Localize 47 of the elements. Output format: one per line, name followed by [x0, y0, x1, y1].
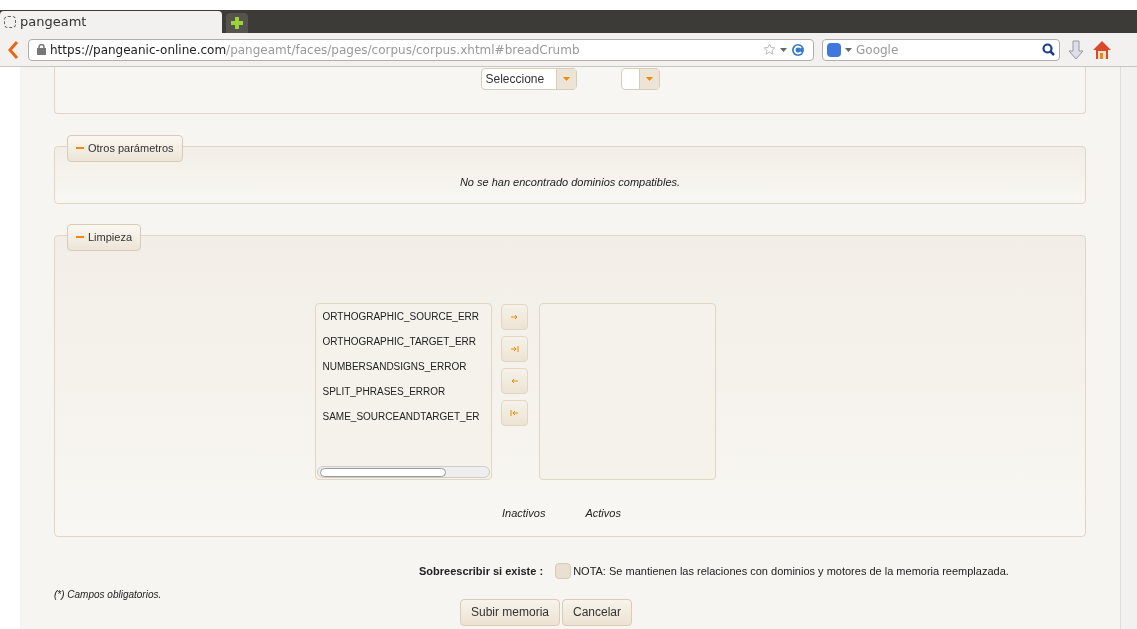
search-engine-icon[interactable] — [827, 42, 841, 57]
list-item[interactable]: SPLIT_PHRASES_ERROR — [322, 385, 484, 410]
dropdown[interactable]: Seleccione — [480, 68, 577, 90]
home-icon[interactable] — [1092, 39, 1112, 60]
move-right-icon — [509, 313, 519, 321]
page-icon — [4, 16, 16, 28]
move-left-icon — [509, 377, 519, 385]
new-tab-button[interactable] — [226, 13, 248, 33]
back-icon[interactable] — [8, 40, 20, 59]
list-item[interactable]: SAME_SOURCEANDTARGET_ER — [322, 410, 484, 435]
search-field[interactable]: Google — [822, 38, 1060, 61]
search-input[interactable]: Google — [856, 40, 1038, 59]
section-toggle[interactable]: Limpieza — [67, 224, 142, 251]
list-caption: Activos — [585, 506, 621, 521]
form-button[interactable]: Subir memoria — [459, 598, 560, 626]
note-text: NOTA: Se mantienen las relaciones con dominios y motores de la memoria reemplazada. — [573, 564, 1009, 579]
transfer-button[interactable] — [500, 400, 528, 426]
list-item[interactable]: ORTHOGRAPHIC_TARGET_ERR — [322, 335, 484, 360]
collapse-icon — [76, 236, 84, 239]
star-icon[interactable] — [763, 43, 776, 56]
required-note: (*) Campos obligatorios. — [53, 587, 163, 602]
collapse-icon — [76, 147, 84, 150]
list-item[interactable]: NUMBERSANDSIGNS_ERROR — [322, 360, 484, 385]
dropdown-caret-icon[interactable] — [780, 47, 787, 52]
field-label: Sobreescribir si existe : — [419, 564, 544, 579]
move-all-left-icon — [509, 409, 519, 417]
plus-icon — [231, 17, 243, 29]
vertical-scrollbar[interactable] — [1120, 67, 1137, 629]
download-icon[interactable] — [1068, 39, 1084, 60]
dropdown[interactable] — [620, 68, 660, 90]
transfer-button[interactable] — [500, 336, 528, 362]
overwrite-checkbox[interactable] — [555, 563, 572, 580]
move-all-right-icon — [509, 345, 519, 353]
search-icon[interactable] — [1042, 43, 1055, 56]
list-item[interactable]: ORTHOGRAPHIC_SOURCE_ERR — [322, 310, 484, 335]
empty-message: No se han encontrado dominios compatibles. — [459, 175, 681, 190]
url-field[interactable]: https://pangeanic-online.com/pangeamt/faces/pages/corpus/corpus.xhtml#breadCrumb — [28, 38, 814, 61]
form-button[interactable]: Cancelar — [562, 598, 633, 626]
horizontal-scrollbar[interactable] — [316, 466, 490, 478]
dropdown-caret-icon[interactable] — [845, 47, 852, 52]
caret-icon — [645, 77, 653, 81]
section-toggle[interactable]: Otros parámetros — [67, 135, 183, 162]
browser-tab[interactable]: pangeamt — [0, 11, 222, 33]
list-caption: Inactivos — [502, 506, 546, 521]
reload-icon[interactable] — [791, 42, 805, 57]
caret-icon — [562, 77, 570, 81]
lock-icon — [37, 44, 46, 55]
